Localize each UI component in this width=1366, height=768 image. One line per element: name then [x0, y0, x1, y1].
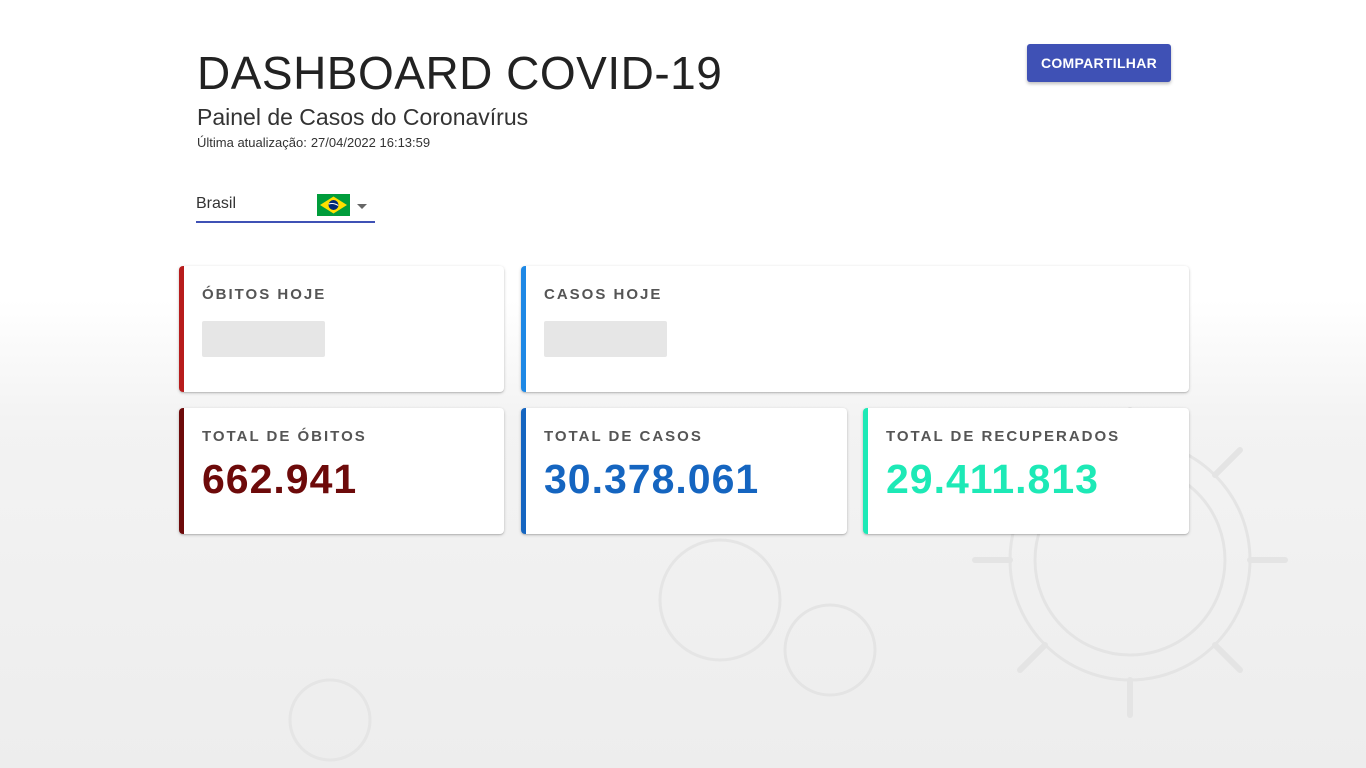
card-value: 30.378.061 [544, 456, 760, 502]
page-header: DASHBOARD COVID-19 Painel de Casos do Co… [197, 44, 722, 150]
card-deaths-today: ÓBITOS HOJE [179, 266, 504, 392]
card-label: TOTAL DE RECUPERADOS [886, 428, 1121, 445]
card-total-recovered: TOTAL DE RECUPERADOS 29.411.813 [863, 408, 1189, 534]
brazil-flag-icon [317, 194, 350, 216]
card-total-deaths: TOTAL DE ÓBITOS 662.941 [179, 408, 504, 534]
card-accent-bar [179, 408, 184, 534]
country-select[interactable]: Brasil [196, 190, 375, 223]
card-label: TOTAL DE CASOS [544, 428, 703, 445]
card-accent-bar [521, 266, 526, 392]
loading-placeholder [202, 321, 325, 357]
card-value: 662.941 [202, 456, 358, 502]
last-updated: Última atualização: 27/04/2022 16:13:59 [197, 135, 722, 150]
card-accent-bar [863, 408, 868, 534]
card-value: 29.411.813 [886, 456, 1099, 502]
card-label: ÓBITOS HOJE [202, 286, 327, 303]
page-title: DASHBOARD COVID-19 [197, 47, 723, 99]
card-label: CASOS HOJE [544, 286, 663, 303]
loading-placeholder [544, 321, 667, 357]
last-updated-label: Última atualização: [197, 135, 307, 150]
share-button[interactable]: COMPARTILHAR [1027, 44, 1171, 82]
card-accent-bar [521, 408, 526, 534]
page-subtitle: Painel de Casos do Coronavírus [197, 104, 529, 130]
card-accent-bar [179, 266, 184, 392]
last-updated-value: 27/04/2022 16:13:59 [310, 135, 431, 150]
card-label: TOTAL DE ÓBITOS [202, 428, 367, 445]
card-total-cases: TOTAL DE CASOS 30.378.061 [521, 408, 847, 534]
chevron-down-icon [357, 204, 367, 209]
card-cases-today: CASOS HOJE [521, 266, 1189, 392]
country-select-value: Brasil [196, 195, 237, 212]
